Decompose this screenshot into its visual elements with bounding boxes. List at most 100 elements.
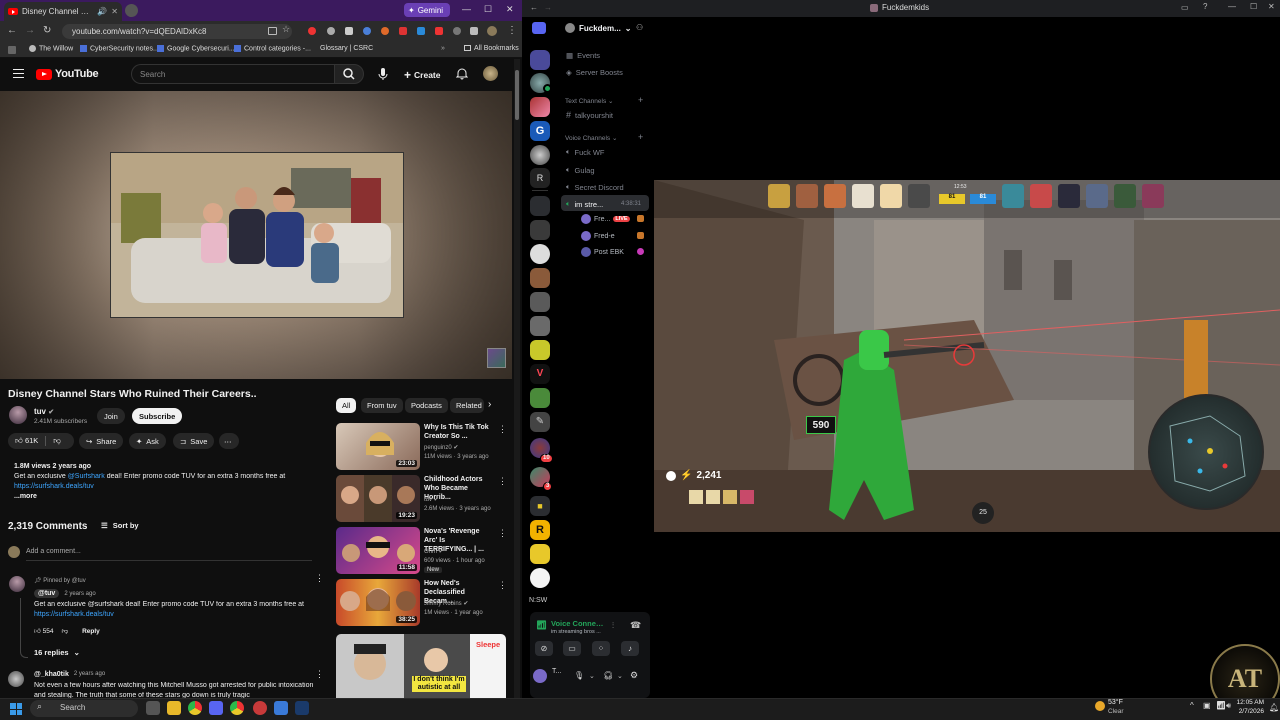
bookmark-item[interactable]: Control categories -... <box>234 45 311 52</box>
reply-button[interactable]: Reply <box>82 628 100 635</box>
server-icon[interactable]: G <box>530 121 550 141</box>
voice-channel-fuck-wf[interactable]: 🔈︎ Fuck WF <box>566 147 605 157</box>
app-icon[interactable] <box>253 701 267 715</box>
tray-chevron-icon[interactable]: ^ <box>1190 701 1194 710</box>
bookmark-item[interactable]: CyberSecurity notes... <box>80 45 159 52</box>
server-icon[interactable] <box>530 340 550 360</box>
comment-author[interactable]: @tuv <box>34 589 60 598</box>
rec-thumbnail[interactable]: 11:58 <box>336 527 420 574</box>
bookmarks-overflow-icon[interactable]: » <box>441 45 445 52</box>
bookmark-item[interactable]: Google Cybersecuri... <box>157 45 235 52</box>
all-bookmarks[interactable]: All Bookmarks <box>464 45 519 52</box>
screen-share-button[interactable]: ▭ <box>563 641 581 656</box>
create-button[interactable]: + Create <box>404 68 440 82</box>
maximize-icon[interactable]: ☐ <box>1250 2 1257 11</box>
rec-thumbnail[interactable]: 19:23 <box>336 475 420 522</box>
task-view-icon[interactable] <box>146 701 160 715</box>
server-icon[interactable]: R <box>530 168 550 188</box>
show-more[interactable]: ...more <box>14 493 37 500</box>
extension-icon[interactable] <box>399 27 407 35</box>
comment-like-button[interactable]: 👍︎ 554 <box>34 627 53 635</box>
rec-menu-icon[interactable]: ⋮ <box>498 580 507 591</box>
share-button[interactable]: ↪ Share <box>79 433 124 449</box>
server-icon[interactable] <box>530 50 550 70</box>
inbox-icon[interactable]: ▭ <box>1181 3 1189 12</box>
tab-close-icon[interactable]: ✕ <box>111 7 118 16</box>
events-item[interactable]: ▦ Events <box>566 51 600 60</box>
save-button[interactable]: ⊐ Save <box>173 433 215 449</box>
server-icon[interactable] <box>530 97 550 117</box>
close-window-icon[interactable]: ✕ <box>1268 2 1275 11</box>
scrollbar-thumb[interactable] <box>515 70 519 120</box>
server-icon[interactable]: ✎ <box>530 412 550 432</box>
comment-dislike-icon[interactable]: 👎︎ <box>61 627 68 635</box>
taskbar-search[interactable]: Search <box>30 700 138 717</box>
recommendation-item[interactable]: 23:03 Why Is This Tik Tok Creator So ...… <box>336 423 507 471</box>
account-avatar[interactable] <box>483 66 498 81</box>
extensions-puzzle-icon[interactable] <box>470 27 478 35</box>
rec-channel[interactable]: penguinz0 ✔ <box>424 444 458 451</box>
cast-icon[interactable] <box>268 27 277 35</box>
search-button[interactable] <box>334 64 364 84</box>
extension-icon[interactable] <box>453 27 461 35</box>
comment-avatar[interactable] <box>8 671 24 687</box>
noise-suppression-icon[interactable]: ⫶ <box>612 621 614 631</box>
close-window-icon[interactable]: ✕ <box>506 4 514 15</box>
rec-channel[interactable]: Grim ✔ <box>424 548 444 555</box>
add-channel-icon[interactable]: + <box>638 95 643 105</box>
comment-avatar[interactable] <box>9 576 25 592</box>
replies-toggle[interactable]: 16 replies ⌄ <box>34 648 80 657</box>
rec-channel[interactable]: tuv ✔ <box>424 496 439 503</box>
bookmark-item[interactable]: Glossary | CSRC <box>320 45 373 52</box>
clock-date[interactable]: 2/7/2026 <box>1232 708 1264 715</box>
valorant-server-icon[interactable]: V <box>530 364 550 384</box>
comment-menu-icon[interactable]: ⋮ <box>315 669 324 680</box>
recommendation-item[interactable]: 19:23 Childhood Actors Who Became Horrib… <box>336 475 507 523</box>
extension-icon[interactable] <box>381 27 389 35</box>
join-button[interactable]: Join <box>97 408 125 424</box>
rec-thumbnail[interactable]: 38:25 <box>336 579 420 626</box>
server-boosts-item[interactable]: ◈ Server Boosts <box>566 68 623 77</box>
chip-podcasts[interactable]: Podcasts <box>405 398 448 413</box>
more-actions-button[interactable]: ⋯ <box>219 433 239 449</box>
soundboard-button[interactable]: ♪ <box>621 641 639 656</box>
server-icon[interactable] <box>530 388 550 408</box>
tab-audio-icon[interactable]: 🔊 <box>97 7 107 16</box>
file-explorer-icon[interactable] <box>167 701 181 715</box>
forward-icon[interactable]: → <box>544 3 552 12</box>
maximize-icon[interactable]: ☐ <box>484 4 492 15</box>
weather-temp[interactable]: 53°F <box>1108 699 1123 706</box>
voice-user[interactable]: Fred-e <box>581 231 615 241</box>
comment-link[interactable]: https://surfshark.deals/tuv <box>34 611 114 618</box>
server-folder-icon[interactable] <box>530 196 550 216</box>
recommendation-item[interactable]: 11:58 Nova's 'Revenge Arc' Is TERRIFYING… <box>336 527 507 575</box>
video-frame[interactable] <box>110 152 404 318</box>
minimize-icon[interactable]: — <box>1228 2 1236 11</box>
voice-channel-active[interactable]: 🔈︎ im stre... <box>566 199 603 209</box>
server-icon[interactable] <box>530 244 550 264</box>
chevron-down-icon[interactable]: ⌄ <box>617 672 623 680</box>
comment-author[interactable]: @_kha0tik <box>34 671 69 678</box>
voice-channel-gulag[interactable]: 🔈︎ Gulag <box>566 165 595 175</box>
surfshark-mention[interactable]: @Surfshark <box>68 473 105 480</box>
voice-user[interactable]: Post EBK <box>581 247 624 257</box>
chip-related[interactable]: Related <box>450 398 484 413</box>
sort-button[interactable]: ☰ Sort by <box>101 521 139 530</box>
rec-menu-icon[interactable]: ⋮ <box>498 476 507 487</box>
description-link[interactable]: https://surfshark.deals/tuv <box>14 483 94 490</box>
gemini-button[interactable]: ✦ Gemini <box>404 3 450 17</box>
page-scrollbar[interactable] <box>514 59 520 698</box>
chrome-icon[interactable] <box>188 701 202 715</box>
settings-gear-icon[interactable]: ⚙ <box>630 670 638 681</box>
rec-menu-icon[interactable]: ⋮ <box>498 528 507 539</box>
invite-people-icon[interactable]: ⚇ <box>636 23 643 32</box>
rec-channel[interactable]: Jimmy Robins ✔ <box>424 600 468 607</box>
tray-app-icon[interactable]: ▣ <box>1203 701 1211 710</box>
discord-icon[interactable] <box>209 701 223 715</box>
address-bar[interactable]: youtube.com/watch?v=dQEDAlDxKc8 <box>62 24 292 39</box>
server-name-header[interactable]: Fuckdem... ⌄ <box>579 24 632 33</box>
recommendation-item[interactable]: 38:25 How Ned's Declassified Becam... Ji… <box>336 579 507 627</box>
add-channel-icon[interactable]: + <box>638 132 643 142</box>
chrome-icon[interactable] <box>230 701 244 715</box>
category-text-channels[interactable]: Text Channels ⌄ <box>565 97 613 105</box>
